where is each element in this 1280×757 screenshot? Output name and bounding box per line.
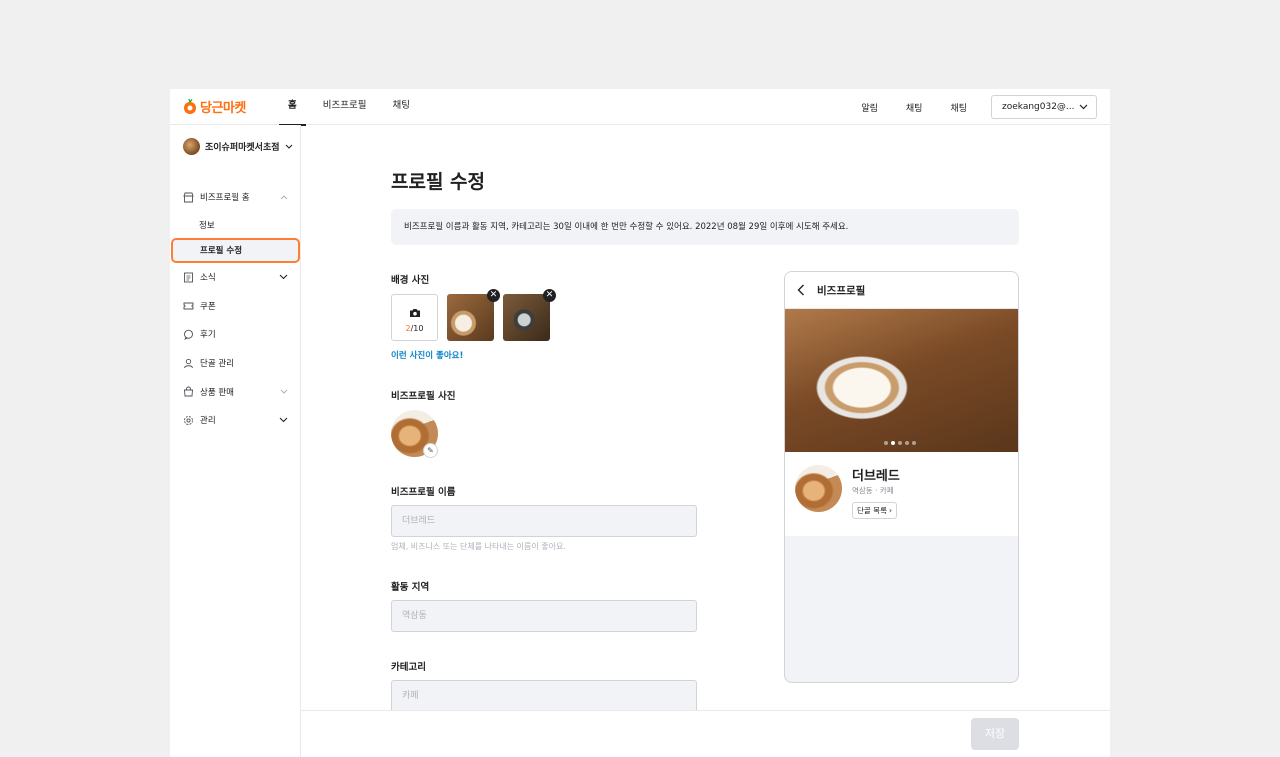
category-label: 카테고리 bbox=[391, 662, 426, 673]
carousel-dot bbox=[884, 441, 888, 445]
bg-photo-label: 배경 사진 bbox=[391, 275, 430, 286]
person-icon bbox=[184, 358, 193, 368]
region-label: 활동 지역 bbox=[391, 582, 430, 593]
carrot-icon bbox=[184, 98, 196, 114]
photo-count-max: /10 bbox=[410, 324, 424, 333]
app-window: 당근마켓 홈 비즈프로필 채팅 알림 채팅 채팅 zoekang032@... … bbox=[170, 89, 1110, 757]
profile-preview: 비즈프로필 더브레드 역삼동 · 카페 단골 목록 › bbox=[784, 271, 1019, 683]
main-content: 프로필 수정 비즈프로필 이름과 활동 지역, 카테고리는 30일 이내에 한 … bbox=[301, 125, 1110, 710]
sidebar-item-profile-edit[interactable]: 프로필 수정 bbox=[171, 237, 300, 263]
preview-info: 더브레드 역삼동 · 카페 단골 목록 › bbox=[785, 452, 1018, 536]
preview-avatar bbox=[795, 465, 842, 512]
sidebar-item-label: 관리 bbox=[200, 416, 216, 427]
top-bar: 당근마켓 홈 비즈프로필 채팅 알림 채팅 채팅 zoekang032@... bbox=[170, 89, 1110, 126]
preview-sub: 역삼동 · 카페 bbox=[852, 486, 894, 495]
footer-bar: 저장 bbox=[301, 710, 1110, 757]
nav-home[interactable]: 홈 bbox=[279, 89, 306, 126]
store-switcher[interactable]: 조이슈퍼마켓서초점 bbox=[183, 138, 293, 155]
store-avatar bbox=[183, 138, 200, 155]
store-icon bbox=[183, 192, 194, 203]
back-arrow-icon bbox=[797, 284, 804, 296]
sidebar-item-label: 단골 관리 bbox=[200, 359, 234, 370]
name-hint: 업체, 비즈니스 또는 단체를 나타내는 이름이 좋아요. bbox=[391, 542, 566, 551]
sidebar-item-label: 비즈프로필 홈 bbox=[200, 193, 250, 204]
preview-cover-image bbox=[785, 309, 1018, 452]
carousel-dot bbox=[912, 441, 916, 445]
chevron-down-icon bbox=[285, 144, 292, 149]
sidebar-item-label: 소식 bbox=[200, 273, 216, 284]
notice-banner: 비즈프로필 이름과 활동 지역, 카테고리는 30일 이내에 한 번만 수정할 … bbox=[391, 209, 1019, 245]
bg-photo-thumb-2[interactable] bbox=[503, 294, 550, 341]
bag-icon bbox=[184, 386, 193, 397]
sidebar-item-manage[interactable]: 관리 bbox=[170, 406, 301, 435]
sidebar-item-sales[interactable]: 상품 판매 bbox=[170, 377, 301, 406]
logo-text: 당근마켓 bbox=[200, 101, 246, 116]
news-icon bbox=[184, 272, 193, 282]
sidebar-item-info[interactable]: 정보 bbox=[170, 212, 301, 238]
preview-header: 비즈프로필 bbox=[785, 272, 1018, 309]
sidebar-item-label: 상품 판매 bbox=[200, 387, 234, 398]
logo[interactable]: 당근마켓 bbox=[183, 97, 246, 116]
carousel-dots bbox=[884, 441, 916, 445]
preview-title: 비즈프로필 bbox=[817, 284, 866, 297]
chevron-right-icon: › bbox=[888, 506, 892, 515]
gear-icon bbox=[184, 416, 193, 425]
profile-photo-label: 비즈프로필 사진 bbox=[391, 391, 456, 402]
link-chat-2[interactable]: 채팅 bbox=[950, 101, 967, 114]
page-title: 프로필 수정 bbox=[391, 171, 486, 193]
account-email: zoekang032@... bbox=[1002, 102, 1075, 112]
nav-chat[interactable]: 채팅 bbox=[383, 89, 418, 125]
header-links: 알림 채팅 채팅 bbox=[861, 89, 967, 125]
link-notifications[interactable]: 알림 bbox=[861, 101, 878, 114]
sidebar-item-label: 쿠폰 bbox=[200, 301, 216, 312]
carousel-dot bbox=[898, 441, 902, 445]
sidebar: 조이슈퍼마켓서초점 비즈프로필 홈 정보 프로필 수정 소식 쿠폰 후기 단골 … bbox=[170, 125, 301, 757]
regulars-list-label: 단골 목록 bbox=[857, 506, 887, 515]
region-field[interactable]: 역삼동 bbox=[391, 600, 697, 632]
sidebar-item-coupon[interactable]: 쿠폰 bbox=[170, 291, 301, 320]
chevron-down-icon bbox=[279, 274, 288, 280]
carousel-dot bbox=[905, 441, 909, 445]
chevron-down-icon bbox=[280, 389, 288, 394]
chevron-down-icon bbox=[1079, 104, 1088, 110]
category-field[interactable]: 카페 bbox=[391, 680, 697, 710]
chevron-up-icon bbox=[280, 195, 288, 200]
carousel-dot bbox=[891, 441, 895, 445]
photo-upload-button[interactable]: 2/10 bbox=[391, 294, 438, 341]
regulars-list-button[interactable]: 단골 목록 › bbox=[852, 502, 897, 519]
remove-photo-1-button[interactable]: ✕ bbox=[487, 289, 500, 302]
sidebar-item-review[interactable]: 후기 bbox=[170, 320, 301, 349]
pencil-icon[interactable]: ✎ bbox=[423, 443, 438, 458]
sidebar-item-bizprofile-home[interactable]: 비즈프로필 홈 bbox=[170, 183, 301, 212]
camera-icon bbox=[409, 309, 420, 317]
account-dropdown[interactable]: zoekang032@... bbox=[991, 95, 1097, 119]
store-name: 조이슈퍼마켓서초점 bbox=[205, 143, 280, 153]
main-nav: 홈 비즈프로필 채팅 bbox=[279, 89, 427, 126]
preview-name: 더브레드 bbox=[852, 469, 900, 484]
sidebar-item-label: 후기 bbox=[200, 330, 216, 341]
photo-tip-link[interactable]: 이런 사진이 좋아요! bbox=[391, 349, 463, 361]
coupon-icon bbox=[183, 302, 194, 310]
nav-bizprofile[interactable]: 비즈프로필 bbox=[314, 89, 376, 125]
photo-count: 2/10 bbox=[392, 324, 437, 333]
sidebar-item-news[interactable]: 소식 bbox=[170, 263, 301, 292]
link-chat-1[interactable]: 채팅 bbox=[906, 101, 923, 114]
name-field[interactable]: 더브레드 bbox=[391, 505, 697, 537]
bg-photo-thumb-1[interactable] bbox=[447, 294, 494, 341]
name-label: 비즈프로필 이름 bbox=[391, 487, 456, 498]
review-icon bbox=[184, 329, 193, 340]
save-button[interactable]: 저장 bbox=[971, 718, 1019, 750]
side-menu: 비즈프로필 홈 정보 프로필 수정 소식 쿠폰 후기 단골 관리 상품 판매 관… bbox=[170, 183, 301, 435]
sidebar-item-regulars[interactable]: 단골 관리 bbox=[170, 349, 301, 378]
remove-photo-2-button[interactable]: ✕ bbox=[543, 289, 556, 302]
chevron-down-icon bbox=[279, 418, 288, 423]
